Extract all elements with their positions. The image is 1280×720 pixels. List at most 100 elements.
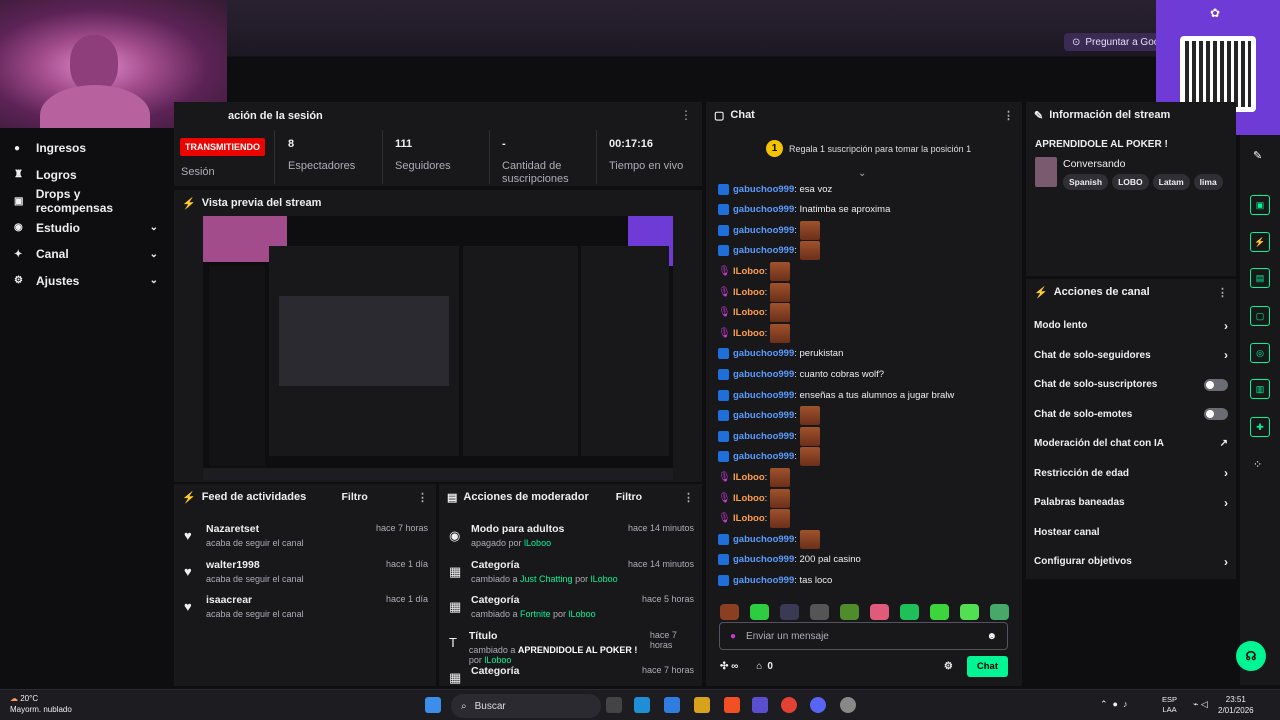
network-icon[interactable]: ⌁ ◁ [1193, 699, 1208, 710]
emote-icon[interactable] [900, 604, 919, 620]
emote-icon[interactable] [930, 604, 949, 620]
settings-icon[interactable]: ⚙ [944, 661, 953, 672]
sidebar-item-drops[interactable]: ▣ Drops y recompensas [0, 187, 172, 215]
emote-icon[interactable] [810, 604, 829, 620]
sidebar-item-canal[interactable]: ✦ Canal ⌄ [0, 241, 172, 268]
chat-username[interactable]: gabuchoo999 [733, 575, 794, 586]
action-host-channel[interactable]: Hostear canal [1026, 518, 1236, 548]
chat-username[interactable]: gabuchoo999 [733, 225, 794, 236]
chat-bubble-icon[interactable]: ▢ [1250, 306, 1270, 326]
money-icon: ● [14, 142, 21, 154]
chat-username[interactable]: lLoboo [733, 266, 765, 277]
taskbar-clock[interactable]: 23:51 2/01/2026 [1218, 694, 1254, 716]
chat-username[interactable]: gabuchoo999 [733, 554, 794, 565]
stat-subscriptions: - Cantidad de suscripciones [502, 138, 569, 185]
toggle-switch[interactable] [1204, 378, 1228, 391]
tag[interactable]: lima [1193, 174, 1223, 190]
filter-button[interactable]: Filtro [342, 491, 368, 503]
chat-username[interactable]: gabuchoo999 [733, 534, 794, 545]
emote-icon[interactable] [750, 604, 769, 620]
chat-username[interactable]: gabuchoo999 [733, 431, 794, 442]
chat-username[interactable]: gabuchoo999 [733, 410, 794, 421]
layers-icon[interactable]: ▥ [1250, 379, 1270, 399]
emote-icon[interactable] [990, 604, 1009, 620]
support-icon[interactable]: ☊ [1236, 641, 1266, 671]
action-age-restriction[interactable]: Restricción de edad › [1026, 459, 1236, 489]
tag[interactable]: Spanish [1063, 174, 1109, 190]
files-icon[interactable] [664, 697, 680, 713]
action-ai-moderation[interactable]: Moderación del chat con IA ↗ [1026, 429, 1236, 459]
folder-icon[interactable] [694, 697, 710, 713]
chat-message: gabuchoo999: esa voz [718, 179, 832, 199]
more-icon[interactable]: ⋮ [1217, 286, 1228, 299]
chat-username[interactable]: lLoboo [733, 307, 765, 318]
emote-icon[interactable] [780, 604, 799, 620]
bolt-icon[interactable]: ⚡ [1250, 232, 1270, 252]
pinned-gift-banner[interactable]: 1 Regala 1 suscripción para tomar la posi… [766, 140, 971, 157]
chat-username[interactable]: gabuchoo999 [733, 369, 794, 380]
language-indicator[interactable]: ESP LAA [1162, 695, 1177, 715]
action-followers-only[interactable]: Chat de solo-seguidores › [1026, 341, 1236, 371]
more-icon[interactable]: ⋮ [417, 491, 428, 504]
edge-icon[interactable] [634, 697, 650, 713]
discord-icon[interactable] [810, 697, 826, 713]
broadcast-icon[interactable]: ◎ [1250, 343, 1270, 363]
chat-username[interactable]: lLoboo [733, 328, 765, 339]
store-icon[interactable]: ⌂ [756, 661, 762, 672]
chat-username[interactable]: gabuchoo999 [733, 245, 794, 256]
action-emotes-only[interactable]: Chat de solo-emotes [1026, 400, 1236, 430]
wrench-icon[interactable]: ✚ [1250, 417, 1270, 437]
emote-icon[interactable] [870, 604, 889, 620]
windows-start-icon[interactable] [425, 697, 441, 713]
chat-username[interactable]: lLoboo [733, 493, 765, 504]
chat-username[interactable]: lLoboo [733, 287, 765, 298]
more-icon[interactable]: ⋮ [1003, 109, 1014, 122]
emoji-icon[interactable]: ☻ [986, 631, 997, 642]
list-item: ▦ Categoría cambiado a Just Chatting por l… [439, 554, 702, 590]
sidebar-item-estudio[interactable]: ◉ Estudio ⌄ [0, 215, 172, 242]
emote-bar [720, 604, 1009, 620]
chat-username[interactable]: lLoboo [733, 472, 765, 483]
emote-icon[interactable] [960, 604, 979, 620]
chrome-icon[interactable] [781, 697, 797, 713]
obs-icon[interactable] [840, 697, 856, 713]
action-slow-mode[interactable]: Modo lento › [1026, 311, 1236, 341]
calculator-icon[interactable] [752, 697, 768, 713]
toggle-switch[interactable] [1204, 408, 1228, 421]
weather-widget[interactable]: ☁ 20°C Mayorm. nublado [10, 693, 72, 715]
taskbar-search[interactable]: ⌕ Buscar [451, 694, 601, 718]
tray-icons[interactable]: ⌃ ● ♪ [1100, 699, 1127, 710]
more-icon[interactable]: ⋮ [680, 108, 692, 122]
action-goals[interactable]: Configurar objetivos › [1026, 547, 1236, 577]
sidebar-item-ingresos[interactable]: ● Ingresos [0, 135, 172, 162]
tag[interactable]: Latam [1152, 174, 1190, 190]
task-view-icon[interactable] [606, 697, 622, 713]
tag[interactable]: LOBO [1112, 174, 1149, 190]
chat-username[interactable]: gabuchoo999 [733, 451, 794, 462]
chat-username[interactable]: gabuchoo999 [733, 390, 794, 401]
chat-input[interactable]: ● Enviar un mensaje ☻ [719, 622, 1008, 650]
filter-button[interactable]: Filtro [616, 491, 642, 503]
more-icon[interactable]: ⋮ [683, 491, 694, 504]
brave-icon[interactable] [724, 697, 740, 713]
action-subscribers-only[interactable]: Chat de solo-suscriptores [1026, 370, 1236, 400]
chat-username[interactable]: gabuchoo999 [733, 204, 794, 215]
add-action-icon[interactable]: ⁘ [1253, 458, 1262, 471]
emote-icon[interactable] [720, 604, 739, 620]
chat-username[interactable]: gabuchoo999 [733, 184, 794, 195]
stream-preview-image[interactable] [203, 216, 673, 480]
pencil-icon[interactable]: ✎ [1253, 149, 1262, 162]
infinity-icon[interactable]: ✣ ∞ [720, 661, 738, 672]
doc-icon[interactable]: ▤ [1250, 268, 1270, 288]
chat-username[interactable]: lLoboo [733, 513, 765, 524]
collapse-icon[interactable]: ⌄ [858, 168, 866, 179]
action-banned-words[interactable]: Palabras baneadas › [1026, 488, 1236, 518]
sidebar-item-ajustes[interactable]: ⚙ Ajustes ⌄ [0, 268, 172, 295]
sidebar-item-logros[interactable]: ♜ Logros [0, 162, 172, 189]
send-chat-button[interactable]: Chat [966, 656, 1008, 677]
clip-icon[interactable]: ▣ [1250, 195, 1270, 215]
emote-icon[interactable] [840, 604, 859, 620]
chat-title: Chat [730, 109, 755, 121]
chat-username[interactable]: gabuchoo999 [733, 348, 794, 359]
sidebar: ● Ingresos ♜ Logros ▣ Drops y recompensas ◉… [0, 135, 172, 294]
